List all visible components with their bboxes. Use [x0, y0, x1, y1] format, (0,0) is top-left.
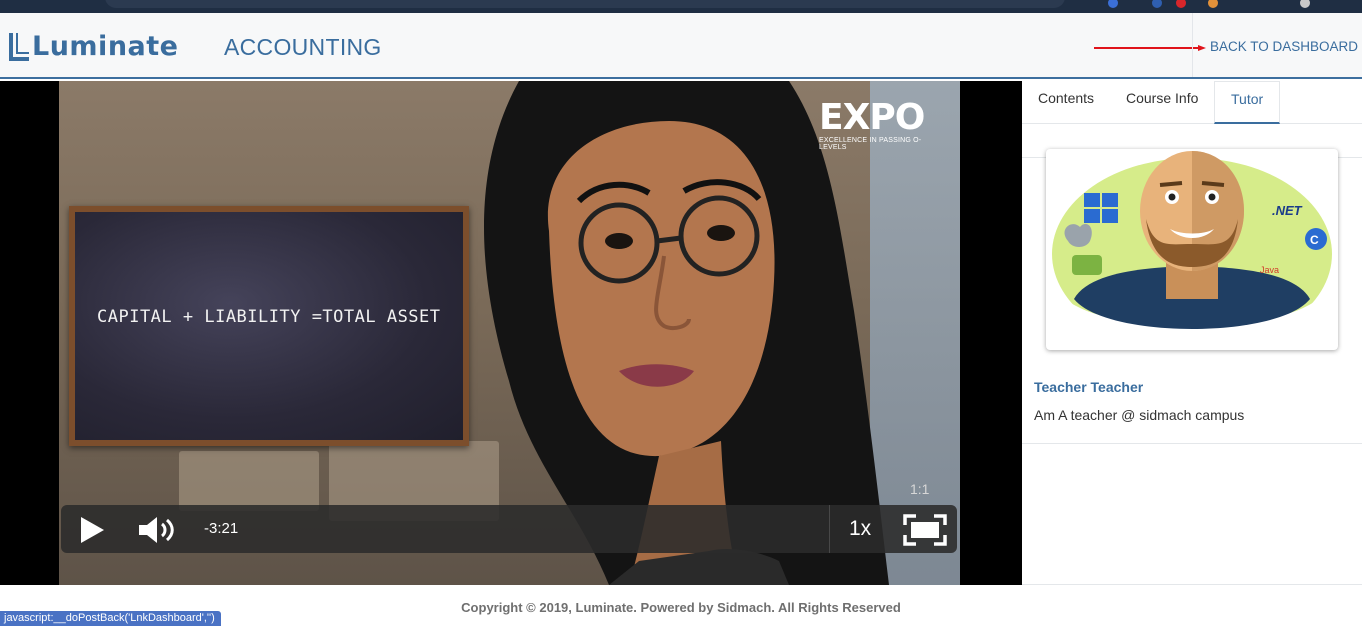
- browser-address-bar[interactable]: [105, 0, 1065, 8]
- svg-text:Java: Java: [1260, 265, 1279, 275]
- page-header: Luminate ACCOUNTING BACK TO DASHBOARD: [0, 13, 1362, 79]
- remaining-time: -3:21: [204, 520, 239, 537]
- browser-extension-icon[interactable]: [1208, 0, 1218, 8]
- tutor-description: Am A teacher @ sidmach campus: [1034, 407, 1245, 423]
- video-controls-bar: -3:21 1x: [61, 505, 957, 553]
- tab-course-info[interactable]: Course Info: [1110, 81, 1214, 124]
- volume-icon[interactable]: [137, 515, 177, 545]
- logo-text: Luminate: [32, 30, 179, 62]
- video-scene-prop: [179, 451, 319, 511]
- tab-tutor[interactable]: Tutor: [1214, 81, 1281, 124]
- expo-watermark-word: EXPO: [819, 97, 925, 138]
- svg-text:.NET: .NET: [1272, 203, 1303, 218]
- video-frame[interactable]: CAPITAL + LIABILITY =TOTAL ASSET EXPO EX…: [59, 81, 960, 585]
- browser-profile-avatar[interactable]: [1300, 0, 1310, 8]
- browser-chrome: [0, 0, 1362, 13]
- chalkboard-text: CAPITAL + LIABILITY =TOTAL ASSET: [97, 307, 441, 327]
- tutor-card: .NET C Java Teacher Teacher Am A teacher…: [1022, 149, 1362, 444]
- controls-divider: [829, 505, 830, 553]
- playback-speed-button[interactable]: 1x: [849, 517, 871, 541]
- fullscreen-icon[interactable]: [903, 514, 947, 546]
- browser-extension-icon[interactable]: [1152, 0, 1162, 8]
- tab-contents[interactable]: Contents: [1022, 81, 1110, 124]
- tutor-avatar: .NET C Java: [1046, 149, 1338, 350]
- annotation-arrow-icon: [1094, 45, 1206, 51]
- page-footer: Copyright © 2019, Luminate. Powered by S…: [0, 585, 1362, 626]
- video-time-overlay: 1:1: [910, 481, 930, 497]
- chalkboard: CAPITAL + LIABILITY =TOTAL ASSET: [69, 206, 469, 446]
- browser-status-url: javascript:__doPostBack('LnkDashboard','…: [0, 611, 221, 626]
- expo-watermark-tagline: EXCELLENCE IN PASSING O-LEVELS: [819, 137, 922, 151]
- expo-watermark: EXPO EXCELLENCE IN PASSING O-LEVELS: [819, 97, 941, 152]
- luminate-logo[interactable]: Luminate: [8, 29, 178, 63]
- sidebar-tabs: Contents Course Info Tutor: [1022, 81, 1362, 124]
- tutor-name[interactable]: Teacher Teacher: [1034, 379, 1143, 395]
- course-title: ACCOUNTING: [224, 34, 382, 60]
- chalkboard-surface: CAPITAL + LIABILITY =TOTAL ASSET: [75, 212, 463, 440]
- play-icon[interactable]: [75, 514, 107, 546]
- header-divider: [1192, 13, 1193, 77]
- browser-extension-icon[interactable]: [1108, 0, 1118, 8]
- back-to-dashboard-link[interactable]: BACK TO DASHBOARD: [1210, 39, 1358, 54]
- svg-text:C: C: [1310, 233, 1319, 247]
- video-player[interactable]: CAPITAL + LIABILITY =TOTAL ASSET EXPO EX…: [0, 81, 1022, 585]
- course-sidebar: Contents Course Info Tutor .NET C Java T…: [1022, 81, 1362, 585]
- logo-mark-icon: [8, 31, 30, 61]
- browser-extension-icon[interactable]: [1176, 0, 1186, 8]
